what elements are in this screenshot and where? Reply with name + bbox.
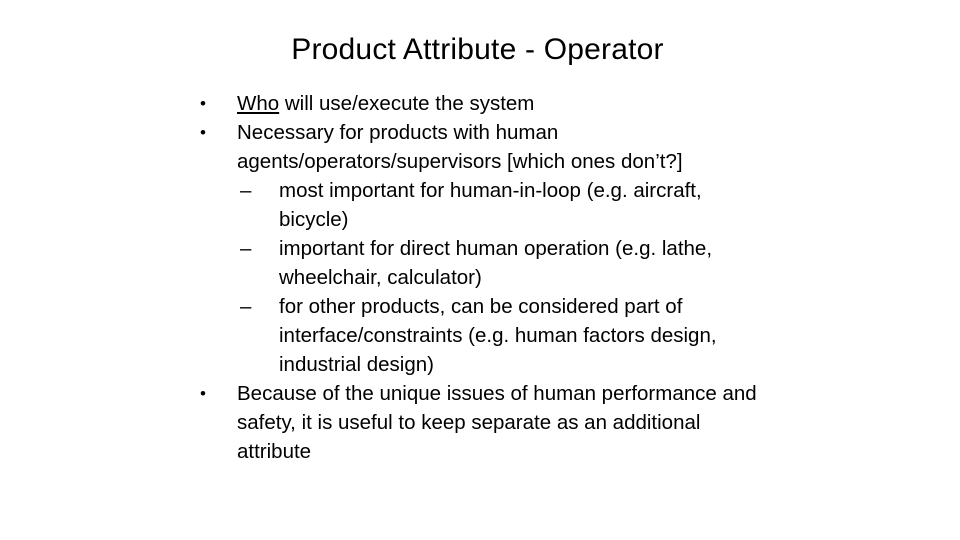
slide-title: Product Attribute - Operator xyxy=(291,33,664,66)
sub-bullet-text-line: important for direct human operation (e.… xyxy=(279,237,713,260)
bullet-text-line: Because of the unique issues of human pe… xyxy=(237,382,757,405)
bullet-text-line: attribute xyxy=(237,440,312,463)
sub-bullet-text-line: for other products, can be considered pa… xyxy=(279,295,683,318)
sub-bullet-text-line: most important for human-in-loop (e.g. a… xyxy=(279,179,702,202)
sub-bullet-text-line: wheelchair, calculator) xyxy=(279,266,482,289)
sub-bullet-text-line: interface/constraints (e.g. human factor… xyxy=(279,324,717,347)
bullet-item-because: • Because of the unique issues of human … xyxy=(200,379,800,466)
bullet-item-who: • Who will use/execute the system xyxy=(200,89,800,118)
underlined-lead: Who xyxy=(237,92,280,115)
bullet-icon: • xyxy=(200,123,206,142)
bullet-icon: • xyxy=(200,384,206,403)
sub-bullet-text-line: bicycle) xyxy=(279,208,349,231)
sub-bullet-item: – important for direct human operation (… xyxy=(200,234,800,292)
sub-bullet-item: – for other products, can be considered … xyxy=(200,292,800,379)
sub-bullet-text-line: industrial design) xyxy=(279,353,434,376)
bullet-icon: • xyxy=(200,94,206,113)
bullet-text: will use/execute the system xyxy=(279,92,535,115)
dash-icon: – xyxy=(240,179,252,202)
dash-icon: – xyxy=(240,237,252,260)
bullet-list: • Who will use/execute the system • Nece… xyxy=(200,89,800,466)
bullet-text-line: Necessary for products with human xyxy=(237,121,559,144)
sub-bullet-item: – most important for human-in-loop (e.g.… xyxy=(200,176,800,234)
bullet-text-line: agents/operators/supervisors [which ones… xyxy=(237,150,683,173)
bullet-text-line: safety, it is useful to keep separate as… xyxy=(237,411,701,434)
bullet-item-necessary: • Necessary for products with human agen… xyxy=(200,118,800,176)
dash-icon: – xyxy=(240,295,252,318)
